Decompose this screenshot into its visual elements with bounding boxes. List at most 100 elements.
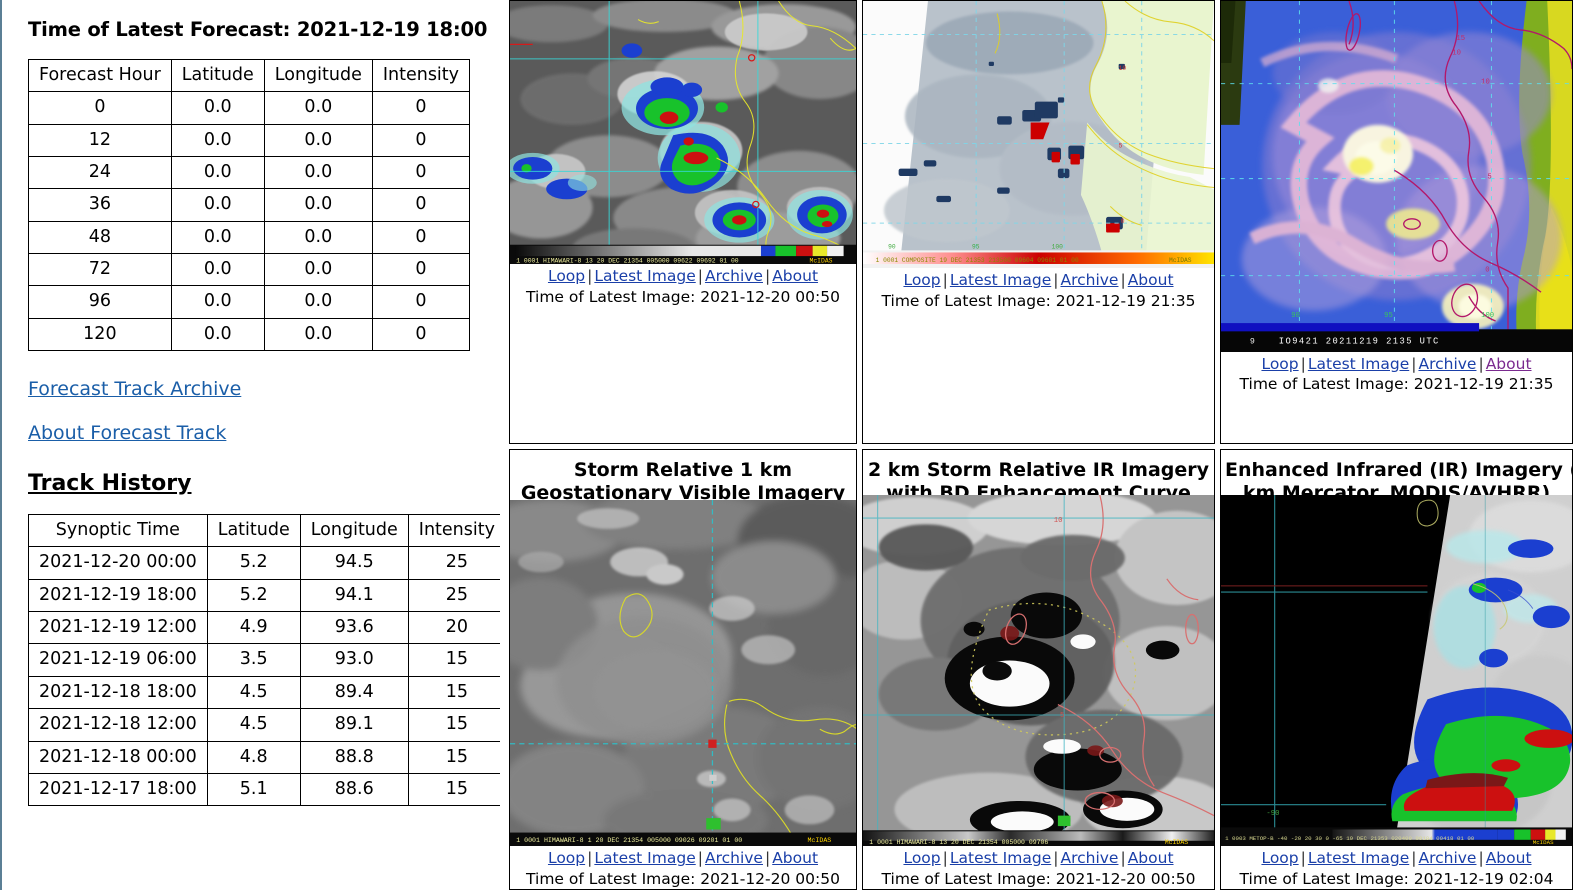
link-separator: | — [1300, 849, 1306, 868]
cell-longitude: 89.4 — [299, 675, 409, 710]
panel-link-bar: Loop | Latest Image | Archive | About — [903, 846, 1173, 868]
archive-link[interactable]: Archive — [705, 849, 763, 867]
table-row: 24 0.0 0.0 0 — [28, 156, 471, 190]
latest-image-link[interactable]: Latest Image — [594, 267, 695, 285]
latest-image-link[interactable]: Latest Image — [1308, 849, 1409, 867]
latest-image-link[interactable]: Latest Image — [950, 849, 1051, 867]
table-row: 2021-12-20 00:00 5.2 94.5 25 — [28, 546, 500, 580]
satellite-image-wrapper[interactable]: 10 5 1 0001 HIMAWARI-8 13 20 DEC 21354 0… — [863, 495, 1214, 847]
satellite-image-wrapper[interactable]: 1 0001 HIMAWARI-8 1 20 DEC 21354 005000 … — [510, 500, 856, 847]
satellite-image-wrapper[interactable]: -90 1 0003 METOP-B -40 -20 20 30 0 -65 1… — [1221, 495, 1572, 847]
archive-link[interactable]: Archive — [705, 267, 763, 285]
archive-link[interactable]: Archive — [1418, 849, 1476, 867]
link-separator: | — [587, 267, 593, 286]
cell-longitude: 0.0 — [263, 285, 373, 319]
loop-link[interactable]: Loop — [1261, 849, 1298, 867]
about-link[interactable]: About — [1128, 271, 1174, 289]
cell-intensity: 0 — [371, 156, 471, 190]
panel-link-bar: Loop | Latest Image | Archive | About — [1261, 846, 1531, 868]
panel-title-line-2: with BD Enhancement Curve — [886, 482, 1191, 496]
enhanced-ir-color-satellite-image[interactable]: 1 0001 HIMAWARI-8 13 20 DEC 21354 005000… — [510, 1, 856, 265]
cell-latitude: 4.5 — [206, 708, 301, 742]
link-separator: | — [1120, 849, 1126, 868]
svg-text:McIDAS: McIDAS — [1165, 839, 1188, 846]
table-row: 2021-12-19 18:00 5.2 94.1 25 — [28, 578, 500, 613]
cell-synoptic-time: 2021-12-18 00:00 — [28, 740, 208, 774]
panel-title-line-1: Enhanced Infrared (IR) Imagery (1 — [1225, 459, 1572, 481]
column-header-synoptic-time: Synoptic Time — [28, 514, 208, 548]
panel-storm-relative-visible: Storm Relative 1 km Geostationary Visibl… — [509, 449, 857, 890]
panel-title-line-2: Geostationary Visible Imagery — [520, 482, 846, 501]
cell-intensity: 15 — [407, 740, 500, 774]
loop-link[interactable]: Loop — [1261, 355, 1298, 373]
latest-image-time: Time of Latest Image: 2021-12-20 00:50 — [881, 869, 1196, 888]
latest-image-link[interactable]: Latest Image — [1308, 355, 1409, 373]
cell-latitude: 3.5 — [206, 643, 301, 677]
svg-text:McIDAS: McIDAS — [1169, 257, 1192, 264]
column-header-longitude: Longitude — [263, 58, 373, 93]
about-link[interactable]: About — [772, 267, 818, 285]
table-row: 36 0.0 0.0 0 — [28, 188, 471, 222]
visible-gray-satellite-image[interactable]: 1 0001 HIMAWARI-8 1 20 DEC 21354 005000 … — [510, 500, 856, 847]
cell-synoptic-time: 2021-12-18 18:00 — [28, 675, 208, 710]
table-row: 2021-12-17 18:00 5.1 88.6 15 — [28, 772, 500, 807]
panel-storm-relative-ir-bd: 2 km Storm Relative IR Imagery with BD E… — [862, 449, 1215, 890]
svg-text:-90: -90 — [1266, 811, 1279, 819]
about-link[interactable]: About — [772, 849, 818, 867]
about-link[interactable]: About — [1128, 849, 1174, 867]
svg-text:5: 5 — [1119, 143, 1123, 150]
archive-link[interactable]: Archive — [1060, 271, 1118, 289]
link-separator: | — [697, 849, 703, 868]
archive-link[interactable]: Archive — [1418, 355, 1476, 373]
enhanced-ir-mercator-satellite-image[interactable]: -90 1 0003 METOP-B -40 -20 20 30 0 -65 1… — [1221, 495, 1572, 847]
link-separator: | — [1120, 271, 1126, 290]
panel-title-line-1: 2 km Storm Relative IR Imagery — [867, 459, 1210, 481]
loop-link[interactable]: Loop — [903, 271, 940, 289]
loop-link[interactable]: Loop — [548, 267, 585, 285]
cell-latitude: 4.9 — [206, 611, 301, 645]
cell-intensity: 15 — [407, 675, 500, 710]
cell-intensity: 15 — [407, 708, 500, 742]
loop-link[interactable]: Loop — [903, 849, 940, 867]
cell-forecast-hour: 48 — [28, 220, 172, 255]
cell-longitude: 94.5 — [299, 546, 409, 580]
latest-image-time: Time of Latest Image: 2021-12-20 00:50 — [526, 287, 840, 306]
satellite-image-wrapper[interactable]: 15 10 10 5 0 90 95 100 9 IO9421 20211219… — [1221, 1, 1572, 352]
satellite-image-wrapper[interactable]: 1 0001 HIMAWARI-8 13 20 DEC 21354 005000… — [510, 1, 856, 265]
column-header-longitude: Longitude — [299, 514, 409, 548]
about-forecast-track-link[interactable]: About Forecast Track — [28, 422, 226, 444]
forecast-track-archive-link[interactable]: Forecast Track Archive — [28, 378, 241, 400]
panel-37ghz-color-composite: 15 10 10 5 0 90 95 100 9 IO9421 20211219… — [1220, 0, 1573, 444]
microwave-composite-satellite-image[interactable]: 10 5 0 90 95 100 1 0001 COMPOSITE 19 DEC… — [863, 1, 1214, 269]
link-separator: | — [587, 849, 593, 868]
latest-image-link[interactable]: Latest Image — [950, 271, 1051, 289]
cell-forecast-hour: 72 — [28, 253, 172, 287]
latest-image-link[interactable]: Latest Image — [594, 849, 695, 867]
link-separator: | — [764, 849, 771, 868]
archive-link[interactable]: Archive — [1060, 849, 1118, 867]
cell-intensity: 0 — [371, 91, 471, 125]
track-history-heading: Track History — [28, 471, 192, 497]
cell-longitude: 94.1 — [299, 578, 409, 613]
about-link[interactable]: About — [1486, 849, 1532, 867]
link-separator: | — [1478, 849, 1484, 868]
table-row: 72 0.0 0.0 0 — [28, 253, 471, 287]
svg-text:10: 10 — [1119, 65, 1127, 72]
cell-intensity: 25 — [407, 578, 500, 613]
panel-link-bar: Loop | Latest Image | Archive | About — [903, 268, 1173, 290]
svg-text:100: 100 — [1052, 243, 1064, 250]
svg-text:1 0003 METOP-B -40 -20 20 3: 1 0003 METOP-B -40 -20 20 30 0 -65 19 DE… — [1225, 835, 1475, 842]
ir-bd-enhancement-satellite-image[interactable]: 10 5 1 0001 HIMAWARI-8 13 20 DEC 21354 0… — [863, 495, 1214, 847]
cell-longitude: 0.0 — [263, 123, 373, 158]
link-separator: | — [942, 849, 948, 868]
cell-latitude: 4.5 — [206, 675, 301, 710]
cell-latitude: 0.0 — [170, 91, 265, 125]
satellite-image-wrapper[interactable]: 10 5 0 90 95 100 1 0001 COMPOSITE 19 DEC… — [863, 1, 1214, 269]
cell-intensity: 25 — [407, 546, 500, 580]
cell-latitude: 4.8 — [206, 740, 301, 774]
about-link[interactable]: About — [1486, 355, 1532, 373]
microwave-37ghz-color-satellite-image[interactable]: 15 10 10 5 0 90 95 100 9 IO9421 20211219… — [1221, 1, 1572, 352]
loop-link[interactable]: Loop — [548, 849, 585, 867]
panel-title-line-1: Storm Relative 1 km — [573, 459, 793, 481]
latest-image-time: Time of Latest Image: 2021-12-19 21:35 — [1239, 375, 1554, 394]
